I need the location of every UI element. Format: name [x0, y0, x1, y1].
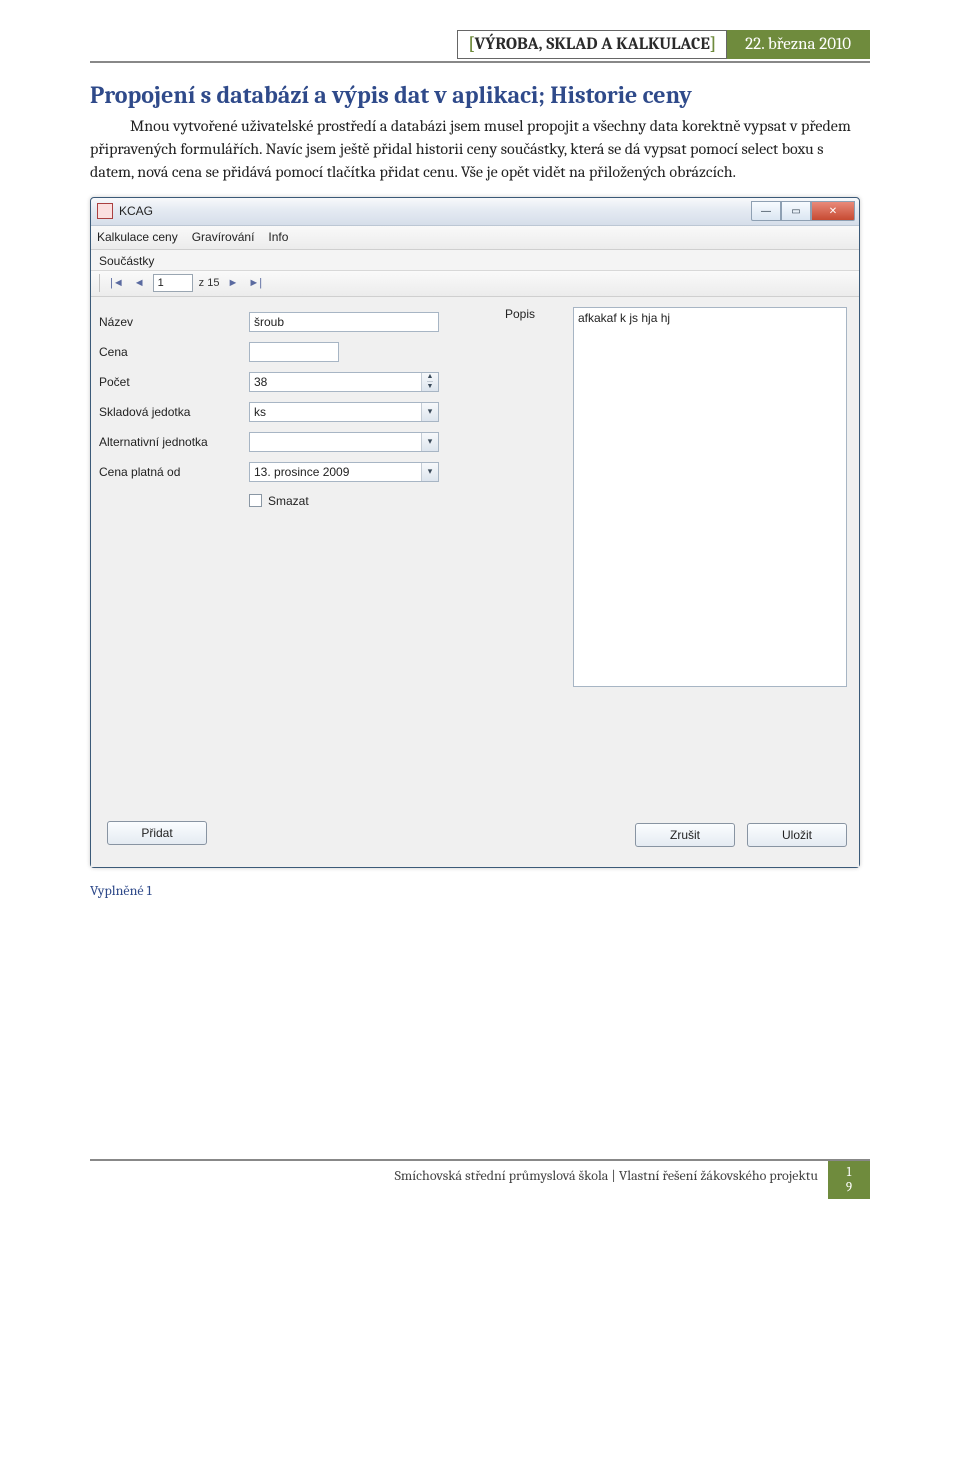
document-header: [VÝROBA, SKLAD A KALKULACE] 22. března 2…: [90, 30, 870, 63]
section-paragraph: Mnou vytvořené uživatelské prostředí a d…: [90, 115, 870, 185]
alternativni-jednotka-select[interactable]: ▾: [249, 432, 439, 452]
app-icon: [97, 203, 113, 219]
popis-label: Popis: [505, 307, 565, 321]
pocet-value: 38: [254, 375, 267, 389]
spinner-buttons-icon[interactable]: ▲▼: [421, 373, 438, 391]
pocet-input[interactable]: 38 ▲▼: [249, 372, 439, 392]
cena-platna-od-label: Cena platná od: [99, 465, 249, 479]
nav-next-icon[interactable]: ►: [225, 277, 240, 289]
nav-of-label: z 15: [199, 277, 220, 289]
chevron-down-icon: ▾: [421, 433, 438, 451]
subsection-label: Součástky: [91, 250, 859, 271]
nav-last-icon[interactable]: ►|: [246, 277, 264, 289]
menu-item-kalkulace[interactable]: Kalkulace ceny: [97, 230, 178, 244]
nazev-label: Název: [99, 315, 249, 329]
calendar-dropdown-icon: ▾: [421, 463, 438, 481]
close-button[interactable]: ✕: [811, 201, 855, 221]
menubar: Kalkulace ceny Gravírování Info: [91, 226, 859, 250]
pocet-label: Počet: [99, 375, 249, 389]
cena-platna-od-datepicker[interactable]: 13. prosince 2009 ▾: [249, 462, 439, 482]
maximize-button[interactable]: ▭: [781, 201, 811, 221]
minimize-button[interactable]: —: [751, 201, 781, 221]
app-window: KCAG — ▭ ✕ Kalkulace ceny Gravírování In…: [90, 197, 860, 868]
cena-input[interactable]: [249, 342, 339, 362]
window-title: KCAG: [119, 204, 751, 218]
document-footer: Smíchovská střední průmyslová škola | Vl…: [90, 1159, 870, 1199]
app-screenshot: KCAG — ▭ ✕ Kalkulace ceny Gravírování In…: [90, 197, 870, 868]
cena-platna-od-value: 13. prosince 2009: [254, 465, 349, 479]
smazat-label: Smazat: [268, 494, 309, 508]
nazev-input[interactable]: šroub: [249, 312, 439, 332]
header-date: 22. března 2010: [727, 30, 870, 59]
skladova-jednotka-select[interactable]: ks ▾: [249, 402, 439, 422]
ulozit-button[interactable]: Uložit: [747, 823, 847, 847]
nav-position-input[interactable]: 1: [153, 274, 193, 292]
menu-item-gravirovani[interactable]: Gravírování: [192, 230, 255, 244]
figure-caption: Vyplněné 1: [90, 882, 870, 899]
nav-first-icon[interactable]: |◄: [108, 277, 126, 289]
cena-label: Cena: [99, 345, 249, 359]
section-title: Propojení s databází a výpis dat v aplik…: [90, 81, 870, 109]
menu-item-info[interactable]: Info: [268, 230, 288, 244]
form-right-panel: Popis afkakaf k js hja hj Zrušit Uložit: [501, 297, 859, 867]
nav-prev-icon[interactable]: ◄: [132, 277, 147, 289]
footer-text: Smíchovská střední průmyslová škola | Vl…: [90, 1161, 828, 1199]
header-title-box: [VÝROBA, SKLAD A KALKULACE]: [457, 30, 727, 59]
skladova-jednotka-value: ks: [254, 405, 266, 419]
pridat-button[interactable]: Přidat: [107, 821, 207, 845]
header-title: VÝROBA, SKLAD A KALKULACE: [475, 35, 710, 54]
record-navigator: |◄ ◄ 1 z 15 ► ►|: [91, 271, 859, 297]
alternativni-jednotka-label: Alternativní jednotka: [99, 435, 249, 449]
zrusit-button[interactable]: Zrušit: [635, 823, 735, 847]
popis-textarea[interactable]: afkakaf k js hja hj: [573, 307, 847, 687]
window-titlebar: KCAG — ▭ ✕: [91, 198, 859, 226]
page-number: 1 9: [828, 1161, 870, 1199]
form-left-panel: Název šroub Cena Počet 38 ▲▼: [91, 297, 501, 867]
smazat-checkbox[interactable]: [249, 494, 262, 507]
skladova-jednotka-label: Skladová jedotka: [99, 405, 249, 419]
chevron-down-icon: ▾: [421, 403, 438, 421]
